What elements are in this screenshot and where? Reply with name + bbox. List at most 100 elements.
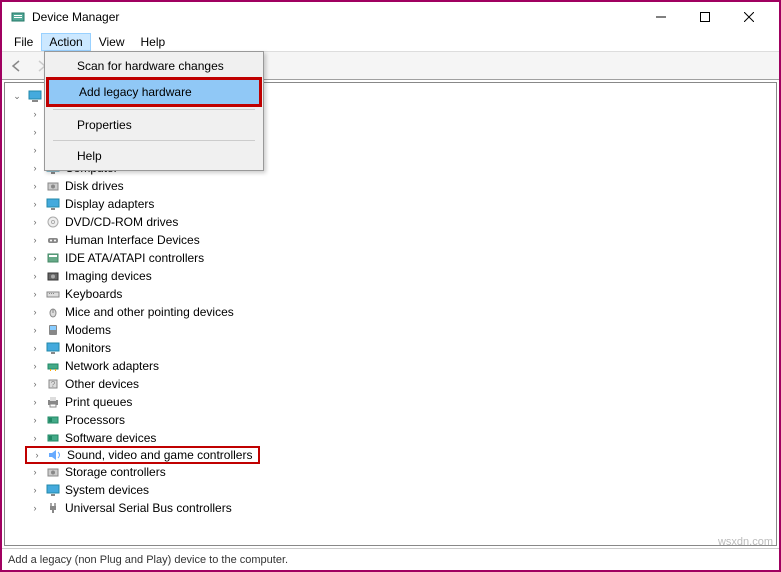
device-icon xyxy=(45,304,61,320)
window-title: Device Manager xyxy=(32,10,639,24)
dropdown-properties[interactable]: Properties xyxy=(47,113,261,137)
chevron-down-icon[interactable]: ⌄ xyxy=(11,90,23,102)
tree-item-label: System devices xyxy=(65,483,149,497)
chevron-right-icon[interactable]: › xyxy=(29,502,41,514)
tree-item-label: IDE ATA/ATAPI controllers xyxy=(65,251,204,265)
chevron-right-icon[interactable]: › xyxy=(29,324,41,336)
action-dropdown: Scan for hardware changes Add legacy har… xyxy=(44,51,264,171)
chevron-right-icon[interactable]: › xyxy=(29,306,41,318)
device-icon xyxy=(45,464,61,480)
device-icon xyxy=(45,178,61,194)
chevron-right-icon[interactable]: › xyxy=(29,432,41,444)
chevron-right-icon[interactable]: › xyxy=(29,108,41,120)
tree-item[interactable]: › Imaging devices xyxy=(25,267,774,285)
tree-item[interactable]: › Keyboards xyxy=(25,285,774,303)
tree-item-label: Modems xyxy=(65,323,111,337)
chevron-right-icon[interactable]: › xyxy=(29,126,41,138)
watermark: wsxdn.com xyxy=(718,536,773,548)
chevron-right-icon[interactable]: › xyxy=(29,360,41,372)
tree-item[interactable]: › DVD/CD-ROM drives xyxy=(25,213,774,231)
chevron-right-icon[interactable]: › xyxy=(29,378,41,390)
tree-item-label: Other devices xyxy=(65,377,139,391)
chevron-right-icon[interactable]: › xyxy=(29,288,41,300)
tree-item-label: Network adapters xyxy=(65,359,159,373)
device-icon xyxy=(45,340,61,356)
dropdown-add-legacy[interactable]: Add legacy hardware xyxy=(46,77,262,107)
tree-item[interactable]: › Human Interface Devices xyxy=(25,231,774,249)
chevron-right-icon[interactable]: › xyxy=(31,449,43,461)
tree-item[interactable]: › Software devices xyxy=(25,429,774,447)
chevron-right-icon[interactable]: › xyxy=(29,484,41,496)
device-icon xyxy=(45,232,61,248)
dropdown-separator xyxy=(53,140,255,141)
window-controls xyxy=(639,2,771,32)
chevron-right-icon[interactable]: › xyxy=(29,252,41,264)
chevron-right-icon[interactable]: › xyxy=(29,396,41,408)
close-button[interactable] xyxy=(727,2,771,32)
tree-item[interactable]: › IDE ATA/ATAPI controllers xyxy=(25,249,774,267)
device-icon xyxy=(45,196,61,212)
chevron-right-icon[interactable]: › xyxy=(29,180,41,192)
maximize-button[interactable] xyxy=(683,2,727,32)
tree-item[interactable]: › Mice and other pointing devices xyxy=(25,303,774,321)
chevron-right-icon[interactable]: › xyxy=(29,270,41,282)
tree-item[interactable]: › Sound, video and game controllers xyxy=(25,446,260,464)
tree-item[interactable]: › Processors xyxy=(25,411,774,429)
tree-item[interactable]: › Monitors xyxy=(25,339,774,357)
back-button[interactable] xyxy=(6,55,28,77)
device-icon xyxy=(45,214,61,230)
menu-file[interactable]: File xyxy=(6,33,41,51)
tree-item-label: Disk drives xyxy=(65,179,124,193)
dropdown-help[interactable]: Help xyxy=(47,144,261,168)
tree-item-label: Processors xyxy=(65,413,125,427)
tree-item-label: Human Interface Devices xyxy=(65,233,200,247)
tree-item-label: Universal Serial Bus controllers xyxy=(65,501,232,515)
chevron-right-icon[interactable]: › xyxy=(29,144,41,156)
menu-help[interactable]: Help xyxy=(133,33,174,51)
dropdown-scan[interactable]: Scan for hardware changes xyxy=(47,54,261,78)
tree-item-label: Print queues xyxy=(65,395,132,409)
dropdown-separator xyxy=(53,109,255,110)
tree-item[interactable]: › Storage controllers xyxy=(25,463,774,481)
device-icon xyxy=(45,250,61,266)
svg-text:?: ? xyxy=(51,380,56,389)
tree-item[interactable]: › Universal Serial Bus controllers xyxy=(25,499,774,517)
tree-item-label: Imaging devices xyxy=(65,269,152,283)
tree-item-label: Software devices xyxy=(65,431,156,445)
chevron-right-icon[interactable]: › xyxy=(29,162,41,174)
device-icon: ? xyxy=(45,376,61,392)
tree-item[interactable]: › Modems xyxy=(25,321,774,339)
device-icon xyxy=(45,322,61,338)
tree-item-label: Display adapters xyxy=(65,197,154,211)
tree-item[interactable]: › Disk drives xyxy=(25,177,774,195)
device-icon xyxy=(45,394,61,410)
tree-item[interactable]: › Network adapters xyxy=(25,357,774,375)
device-icon xyxy=(45,412,61,428)
chevron-right-icon[interactable]: › xyxy=(29,342,41,354)
device-icon xyxy=(45,430,61,446)
status-text: Add a legacy (non Plug and Play) device … xyxy=(8,554,288,566)
device-icon xyxy=(45,358,61,374)
device-icon xyxy=(45,268,61,284)
chevron-right-icon[interactable]: › xyxy=(29,466,41,478)
tree-item-label: Storage controllers xyxy=(65,465,166,479)
chevron-right-icon[interactable]: › xyxy=(29,414,41,426)
device-icon xyxy=(47,447,63,463)
tree-item-label: Keyboards xyxy=(65,287,122,301)
tree-item[interactable]: › Print queues xyxy=(25,393,774,411)
device-icon xyxy=(45,500,61,516)
chevron-right-icon[interactable]: › xyxy=(29,198,41,210)
tree-item-label: DVD/CD-ROM drives xyxy=(65,215,178,229)
computer-icon xyxy=(27,88,43,104)
chevron-right-icon[interactable]: › xyxy=(29,216,41,228)
menu-view[interactable]: View xyxy=(91,33,133,51)
tree-item-label: Monitors xyxy=(65,341,111,355)
menu-action[interactable]: Action xyxy=(41,33,90,51)
tree-item-label: Mice and other pointing devices xyxy=(65,305,234,319)
tree-item[interactable]: › System devices xyxy=(25,481,774,499)
chevron-right-icon[interactable]: › xyxy=(29,234,41,246)
tree-item[interactable]: › Display adapters xyxy=(25,195,774,213)
tree-item-label: Sound, video and game controllers xyxy=(67,448,252,462)
tree-item[interactable]: ›? Other devices xyxy=(25,375,774,393)
minimize-button[interactable] xyxy=(639,2,683,32)
